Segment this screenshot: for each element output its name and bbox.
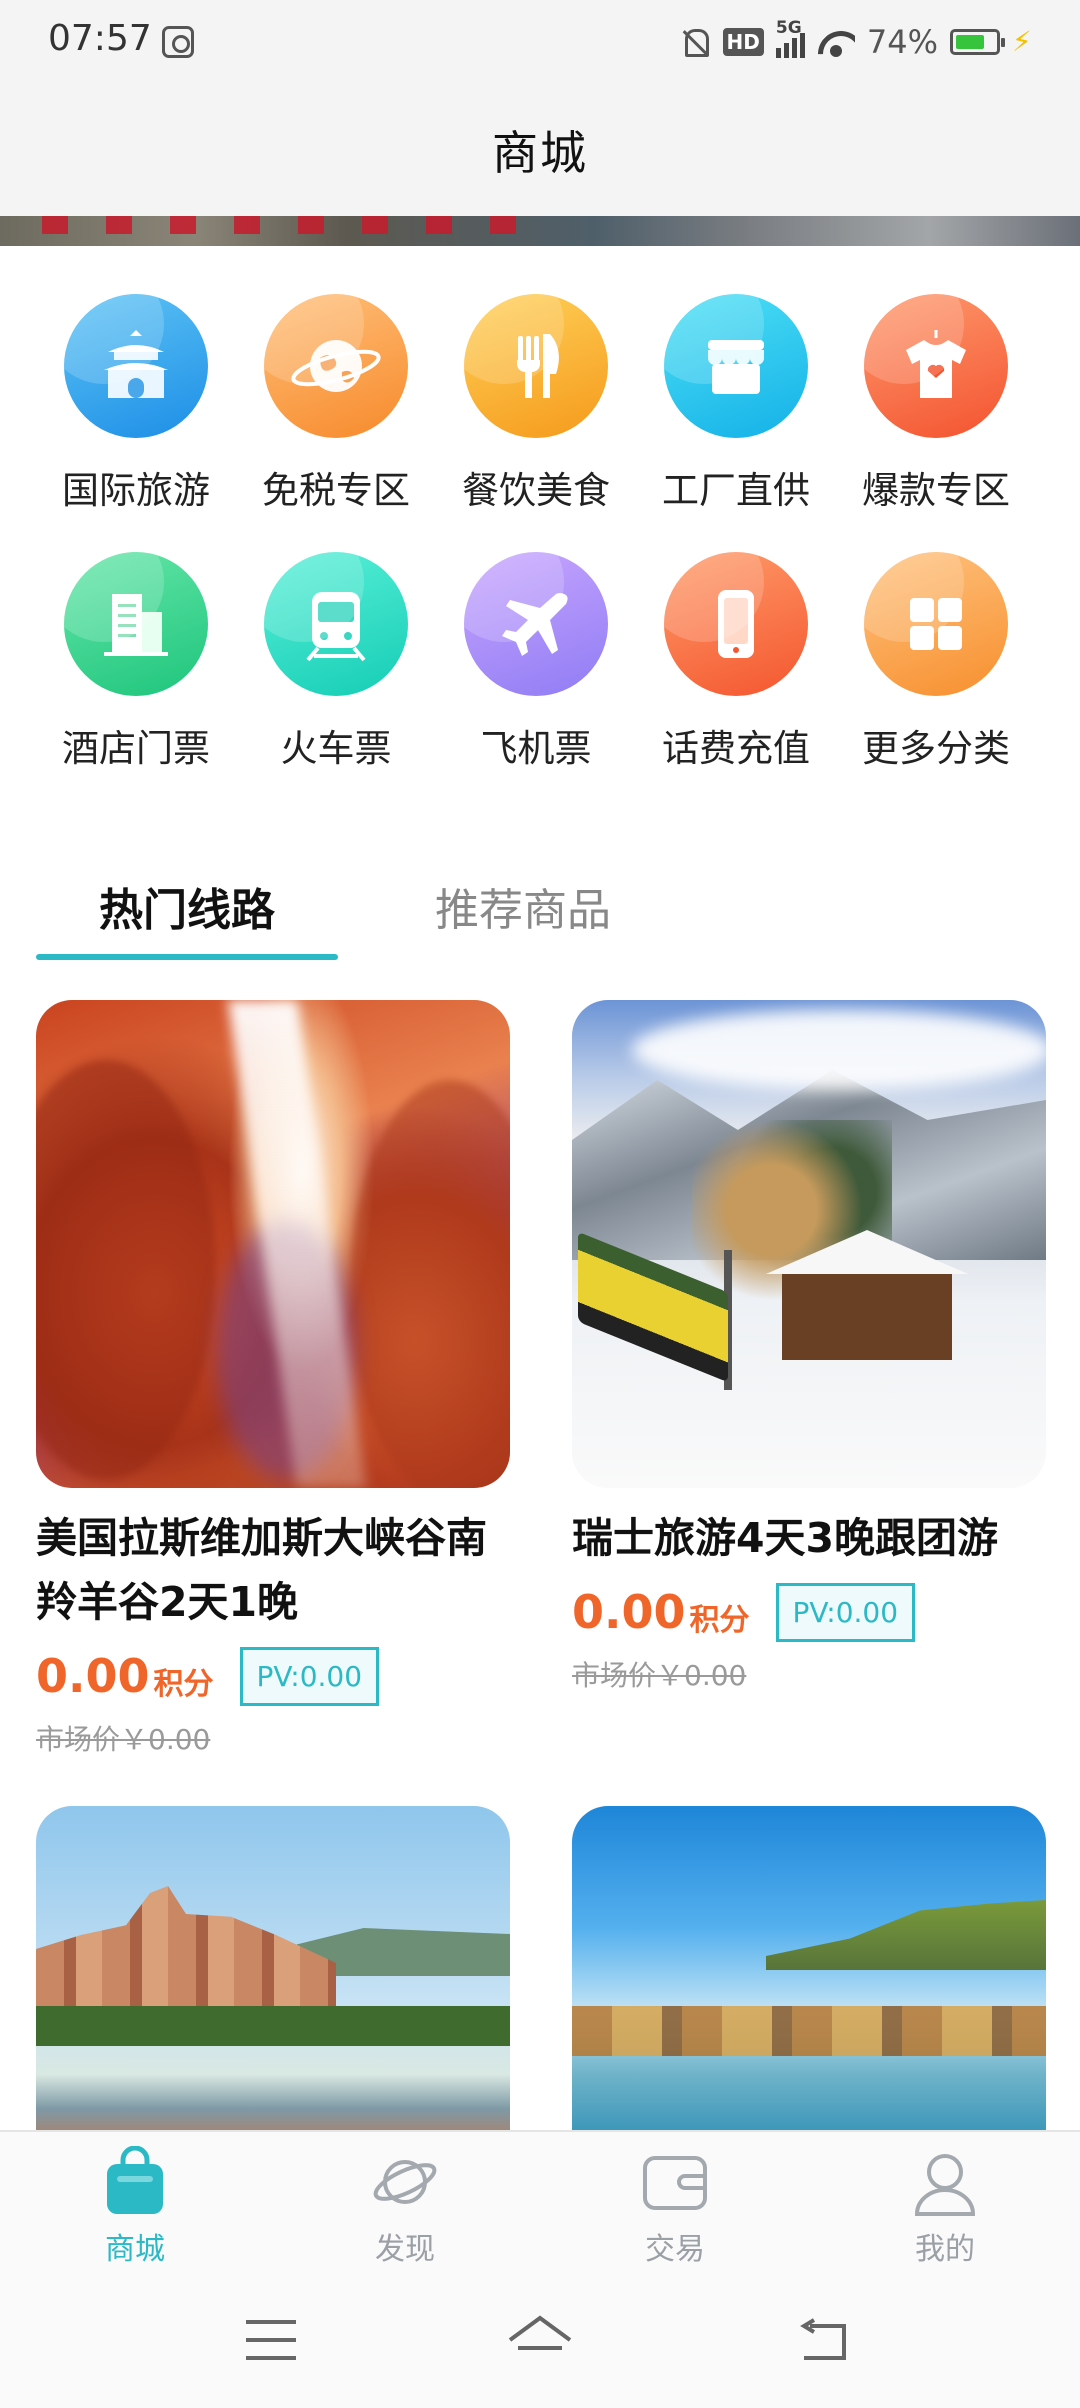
price-unit: 积分: [689, 1603, 750, 1638]
product-card[interactable]: 瑞士旅游4天3晚跟团游 0.00 积分 PV:0.00 市场价￥0.00: [572, 1000, 1046, 1694]
bag-icon: [99, 2145, 171, 2218]
nav-label: 发现: [375, 2232, 435, 2267]
category-item[interactable]: 酒店门票: [36, 544, 236, 770]
bottom-navigation: 商城 发现 交易 我的: [0, 2130, 1080, 2278]
store-icon: [664, 294, 808, 438]
category-item[interactable]: 更多分类: [836, 544, 1036, 770]
page-title: 商城: [492, 126, 588, 180]
nav-label: 商城: [105, 2232, 165, 2267]
status-bar: 07:57 HD 5G 74% ⚡: [0, 0, 1080, 84]
temple-icon: [64, 294, 208, 438]
category-item[interactable]: 飞机票: [436, 544, 636, 770]
nav-label: 交易: [645, 2232, 705, 2267]
planet-icon: [369, 2146, 441, 2218]
back-icon[interactable]: [796, 2318, 850, 2362]
nav-item-discover[interactable]: 发现: [315, 2146, 495, 2268]
cutlery-icon: [464, 294, 608, 438]
charging-icon: ⚡: [1012, 25, 1032, 58]
promo-banner[interactable]: [0, 216, 1080, 246]
battery-icon: [950, 29, 1005, 55]
active-tab-indicator: [36, 954, 338, 960]
screenshot-notification-icon: [162, 26, 194, 58]
nav-item-trade[interactable]: 交易: [585, 2146, 765, 2268]
plane-icon: [464, 552, 608, 696]
hotel-icon: [64, 552, 208, 696]
nav-item-mall[interactable]: 商城: [45, 2145, 225, 2268]
globe-icon: [264, 294, 408, 438]
category-label: 免税专区: [262, 469, 410, 512]
category-label: 工厂直供: [662, 469, 810, 512]
content-tabs: 热门线路 推荐商品: [36, 866, 1044, 966]
category-item[interactable]: 爆款专区: [836, 286, 1036, 512]
hd-badge: HD: [722, 28, 764, 56]
train-icon: [264, 552, 408, 696]
status-time: 07:57: [48, 18, 152, 59]
price-row: 0.00 积分 PV:0.00: [572, 1580, 1046, 1644]
product-title[interactable]: 瑞士旅游4天3晚跟团游: [572, 1506, 1046, 1570]
network-type: 5G: [775, 18, 802, 38]
category-item[interactable]: 免税专区: [236, 286, 436, 512]
category-label: 火车票: [280, 727, 392, 770]
muted-bell-icon: [677, 25, 711, 59]
product-title[interactable]: 美国拉斯维加斯大峡谷南羚羊谷2天1晚: [36, 1506, 510, 1634]
battery-fill: [956, 35, 985, 49]
tshirt-icon: [864, 294, 1008, 438]
price-row: 0.00 积分 PV:0.00: [36, 1644, 510, 1708]
category-item[interactable]: 国际旅游: [36, 286, 236, 512]
tab-hot-routes[interactable]: 热门线路: [36, 874, 338, 938]
tab-recommended[interactable]: 推荐商品: [398, 874, 648, 938]
category-label: 餐饮美食: [462, 469, 610, 512]
signal-icon: 5G: [775, 18, 805, 58]
nav-item-me[interactable]: 我的: [855, 2146, 1035, 2268]
user-icon: [909, 2146, 981, 2218]
pv-badge: PV:0.00: [775, 1582, 916, 1642]
recent-apps-icon[interactable]: [246, 2320, 296, 2360]
status-indicators: HD 5G 74% ⚡: [677, 18, 1032, 66]
product-photo-swiss[interactable]: [572, 1000, 1046, 1488]
pv-badge: PV:0.00: [239, 1646, 380, 1706]
battery-percent: 74%: [866, 23, 938, 61]
product-photo-canyon[interactable]: [36, 1000, 510, 1488]
product-card[interactable]: 美国拉斯维加斯大峡谷南羚羊谷2天1晚 0.00 积分 PV:0.00 市场价￥0…: [36, 1000, 510, 1758]
phone-icon: [664, 552, 808, 696]
wifi-icon: [817, 27, 855, 57]
grid-icon: [864, 552, 1008, 696]
category-label: 国际旅游: [62, 469, 210, 512]
category-label: 飞机票: [480, 727, 592, 770]
market-price: 市场价￥0.00: [572, 1659, 747, 1692]
app-header: 商城: [0, 84, 1080, 216]
category-label: 爆款专区: [862, 469, 1010, 512]
category-label: 话费充值: [662, 727, 810, 770]
category-item[interactable]: 火车票: [236, 544, 436, 770]
nav-label: 我的: [915, 2232, 975, 2267]
price-unit: 积分: [153, 1667, 214, 1702]
system-navigation-bar: [0, 2278, 1080, 2408]
category-label: 更多分类: [862, 727, 1010, 770]
wallet-icon: [639, 2146, 711, 2218]
category-item[interactable]: 餐饮美食: [436, 286, 636, 512]
category-item[interactable]: 话费充值: [636, 544, 836, 770]
market-price: 市场价￥0.00: [36, 1723, 211, 1756]
product-price: 0.00: [572, 1585, 686, 1639]
category-label: 酒店门票: [62, 727, 210, 770]
product-price: 0.00: [36, 1649, 150, 1703]
category-item[interactable]: 工厂直供: [636, 286, 836, 512]
home-icon[interactable]: [506, 2312, 574, 2366]
